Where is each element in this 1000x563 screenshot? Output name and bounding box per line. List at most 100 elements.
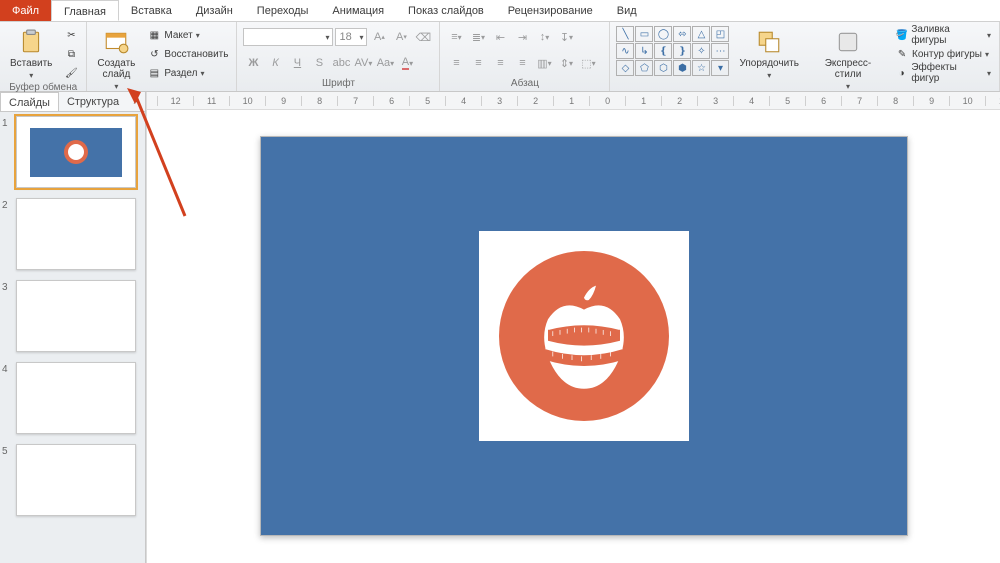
reset-button[interactable]: ↺Восстановить <box>145 45 230 63</box>
brush-icon: 🖌 <box>64 66 78 80</box>
thumbnail-list[interactable]: 1 2 3 4 5 <box>0 112 145 563</box>
shape-brace2-icon[interactable]: ❵ <box>673 43 691 59</box>
thumbnail-number: 3 <box>2 280 12 293</box>
shape-line-icon[interactable]: ╲ <box>616 26 634 42</box>
shapes-gallery[interactable]: ╲ ▭ ◯ ⬄ △ ◰ ∿ ↳ ❴ ❵ ✧ ⋯ ◇ ⬠ ⬡ ⬢ ☆ ▾ <box>616 26 729 76</box>
shape-curve-icon[interactable]: ∿ <box>616 43 634 59</box>
shape-connector-icon[interactable]: ↳ <box>635 43 653 59</box>
tab-home[interactable]: Главная <box>51 0 119 21</box>
thumbnail-row[interactable]: 5 <box>2 444 143 516</box>
font-color-button[interactable]: A▾ <box>397 54 417 72</box>
align-center-button[interactable]: ≡ <box>468 54 488 72</box>
shape-fill-button[interactable]: 🪣Заливка фигуры▾ <box>893 26 993 44</box>
shape-brace-icon[interactable]: ❴ <box>654 43 672 59</box>
numbering-button[interactable]: ≣▾ <box>468 28 488 46</box>
bold-button[interactable]: Ж <box>243 54 263 72</box>
underline-button[interactable]: Ч <box>287 54 307 72</box>
case-button[interactable]: Aa▾ <box>375 54 395 72</box>
shrink-font-button[interactable]: A▾ <box>391 28 411 46</box>
thumbnail-row[interactable]: 1 <box>2 116 143 188</box>
shape-r5-icon[interactable]: ☆ <box>692 60 710 76</box>
format-painter-button[interactable]: 🖌 <box>62 64 80 82</box>
section-button[interactable]: ▤Раздел▾ <box>145 64 230 82</box>
shape-r1-icon[interactable]: ◇ <box>616 60 634 76</box>
tab-design[interactable]: Дизайн <box>184 0 245 21</box>
grow-font-button[interactable]: A▴ <box>369 28 389 46</box>
strike-button[interactable]: S <box>309 54 329 72</box>
ruler-tick: 4 <box>733 96 769 106</box>
font-family-combo[interactable]: ▾ <box>243 28 333 46</box>
shape-r3-icon[interactable]: ⬡ <box>654 60 672 76</box>
shape-lrect-icon[interactable]: ◰ <box>711 26 729 42</box>
shape-outline-button[interactable]: ✎Контур фигуры▾ <box>893 45 993 63</box>
tab-review[interactable]: Рецензирование <box>496 0 605 21</box>
clear-format-button[interactable]: ⌫ <box>413 28 433 46</box>
thumbnail[interactable] <box>16 444 136 516</box>
workspace: Слайды Структура × 12345 121110987654321… <box>0 92 1000 563</box>
copy-button[interactable]: ⧉ <box>62 45 80 63</box>
shape-effects-button[interactable]: ◑Эффекты фигур▾ <box>893 64 993 82</box>
paste-button[interactable]: Вставить ▾ <box>6 26 56 82</box>
thumbnail[interactable] <box>16 198 136 270</box>
tab-view[interactable]: Вид <box>605 0 649 21</box>
shadow-button[interactable]: abc <box>331 54 351 72</box>
columns-button[interactable]: ▥▾ <box>534 54 554 72</box>
font-size-combo[interactable]: 18▾ <box>335 28 367 46</box>
thumbnail[interactable] <box>16 362 136 434</box>
shape-arrow-icon[interactable]: ⬄ <box>673 26 691 42</box>
ruler-tick: 1 <box>553 96 589 106</box>
dec-indent-button[interactable]: ⇤ <box>490 28 510 46</box>
tab-slideshow[interactable]: Показ слайдов <box>396 0 496 21</box>
quick-styles-button[interactable]: Экспресс-стили ▾ <box>809 26 887 93</box>
line-spacing-button[interactable]: ↕▾ <box>534 28 554 46</box>
paste-icon <box>17 28 45 56</box>
bullets-button[interactable]: ≡▾ <box>446 28 466 46</box>
new-slide-button[interactable]: Создать слайд ▾ <box>93 26 139 93</box>
justify-button[interactable]: ≡ <box>512 54 532 72</box>
canvas-area[interactable] <box>147 110 1000 563</box>
shape-r4-icon[interactable]: ⬢ <box>673 60 691 76</box>
reset-icon: ↺ <box>147 47 161 61</box>
inserted-image[interactable] <box>479 231 689 441</box>
shape-oval-icon[interactable]: ◯ <box>654 26 672 42</box>
arrange-button[interactable]: Упорядочить ▾ <box>735 26 803 82</box>
shape-scroll-icon[interactable]: ▾ <box>711 60 729 76</box>
group-paragraph: ≡▾ ≣▾ ⇤ ⇥ ↕▾ ↧▾ ≡ ≡ ≡ ≡ ▥▾ ⇕▾ ⬚▾ Абзац <box>440 22 610 91</box>
shape-triangle-icon[interactable]: △ <box>692 26 710 42</box>
layout-button[interactable]: ▦Макет▾ <box>145 26 230 44</box>
align-vert-button[interactable]: ⇕▾ <box>556 54 576 72</box>
new-slide-icon <box>102 28 130 56</box>
align-left-button[interactable]: ≡ <box>446 54 466 72</box>
tab-slides-panel[interactable]: Слайды <box>0 92 59 111</box>
spacing-button[interactable]: AV▾ <box>353 54 373 72</box>
chevron-down-icon: ▾ <box>846 82 850 91</box>
thumbnail-number: 5 <box>2 444 12 457</box>
fill-icon: 🪣 <box>895 28 908 42</box>
tab-animation[interactable]: Анимация <box>320 0 396 21</box>
smartart-button[interactable]: ⬚▾ <box>578 54 598 72</box>
thumbnail[interactable] <box>16 280 136 352</box>
text-direction-button[interactable]: ↧▾ <box>556 28 576 46</box>
tab-outline-panel[interactable]: Структура <box>59 92 127 111</box>
shape-r2-icon[interactable]: ⬠ <box>635 60 653 76</box>
shape-rect-icon[interactable]: ▭ <box>635 26 653 42</box>
thumbnail-row[interactable]: 3 <box>2 280 143 352</box>
inc-indent-button[interactable]: ⇥ <box>512 28 532 46</box>
tab-transitions[interactable]: Переходы <box>245 0 321 21</box>
italic-button[interactable]: К <box>265 54 285 72</box>
thumbnail[interactable] <box>16 116 136 188</box>
shape-more-icon[interactable]: ⋯ <box>711 43 729 59</box>
thumbnail-row[interactable]: 4 <box>2 362 143 434</box>
tab-insert[interactable]: Вставка <box>119 0 184 21</box>
ruler-tick: 0 <box>589 96 625 106</box>
slide-canvas[interactable] <box>260 136 908 536</box>
tab-file[interactable]: Файл <box>0 0 51 21</box>
thumbnail-row[interactable]: 2 <box>2 198 143 270</box>
thumbnail-tabs: Слайды Структура × <box>0 92 145 112</box>
thumbnail-number: 1 <box>2 116 12 129</box>
ruler-tick: 9 <box>913 96 949 106</box>
align-right-button[interactable]: ≡ <box>490 54 510 72</box>
close-panel-button[interactable]: × <box>127 92 145 111</box>
shape-star-icon[interactable]: ✧ <box>692 43 710 59</box>
cut-button[interactable]: ✂ <box>62 26 80 44</box>
